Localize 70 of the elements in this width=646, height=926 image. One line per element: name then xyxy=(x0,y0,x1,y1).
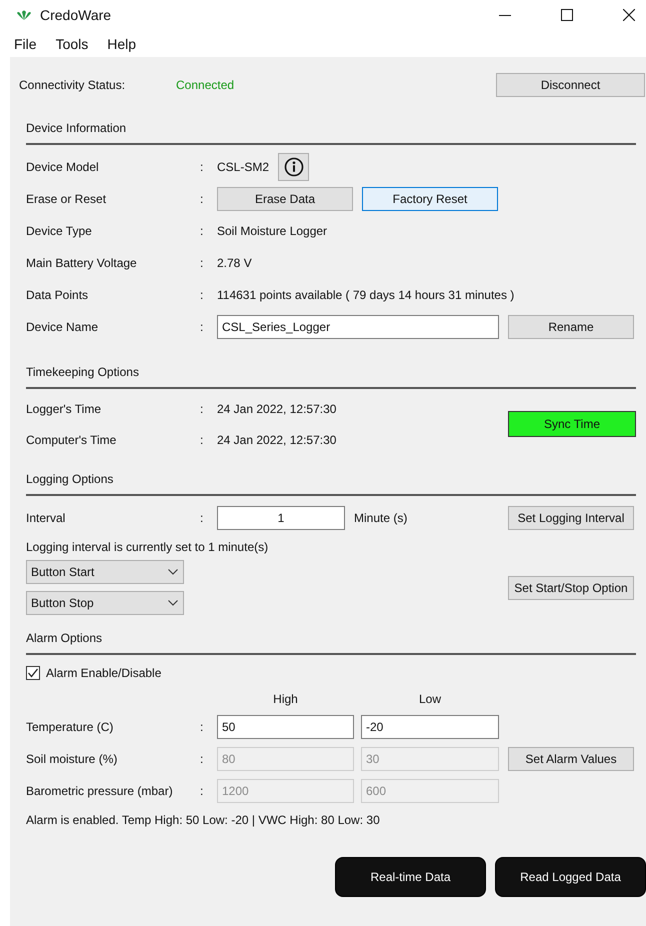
section-title: Timekeeping Options xyxy=(26,365,139,379)
section-title: Alarm Options xyxy=(26,631,102,645)
separator: : xyxy=(200,402,204,416)
high-field[interactable]: 50 xyxy=(217,715,354,739)
window-title: CredoWare xyxy=(40,7,112,23)
unit-label: Minute (s) xyxy=(354,511,408,525)
interval-status: Logging interval is currently set to 1 minute(s) xyxy=(26,539,270,556)
footer-button[interactable]: Read Logged Data xyxy=(495,857,646,897)
alarm-checkbox[interactable] xyxy=(26,666,40,680)
field-label: Temperature (C) xyxy=(26,720,114,734)
checkbox-label: Alarm Enable/Disable xyxy=(46,666,162,680)
field-label: Logger's Time xyxy=(26,402,102,416)
field-label: Erase or Reset xyxy=(26,192,108,206)
separator: : xyxy=(200,432,204,446)
field-label: Barometric pressure (mbar) xyxy=(26,784,174,798)
info-icon xyxy=(284,157,304,177)
field-label: Soil moisture (%) xyxy=(26,752,118,766)
info-button[interactable] xyxy=(278,153,310,181)
set-start-stop-button[interactable]: Set Start/Stop Option xyxy=(508,576,634,600)
field-label: Device Type xyxy=(26,224,93,238)
low-field[interactable]: -20 xyxy=(361,715,499,739)
sync-time-button[interactable]: Sync Time xyxy=(508,411,636,437)
footer-button[interactable]: Real-time Data xyxy=(335,857,486,897)
section-title: Logging Options xyxy=(26,472,114,486)
alarm-status: Alarm is enabled. Temp High: 50 Low: -20 | VWC High: 80 Low: 30 xyxy=(26,812,381,829)
field-value: 114631 points available ( 79 days 14 hours 31 minutes ) xyxy=(217,288,514,302)
field-value: Soil Moisture Logger xyxy=(217,224,328,238)
chevron-icon xyxy=(168,600,178,606)
connectivity-label: Connectivity Status: xyxy=(19,78,126,92)
separator: : xyxy=(200,288,204,302)
separator: : xyxy=(200,224,204,238)
close-icon[interactable] xyxy=(623,9,635,21)
column-header: High xyxy=(272,692,299,706)
erase-button[interactable]: Erase Data xyxy=(217,187,353,211)
field-label: Main Battery Voltage xyxy=(26,256,138,270)
set-alarm-button[interactable]: Set Alarm Values xyxy=(508,747,634,771)
device-name-field[interactable]: CSL_Series_Logger xyxy=(217,315,499,339)
maximize-icon[interactable] xyxy=(561,9,573,21)
stop-dropdown[interactable]: Button Stop xyxy=(26,591,184,615)
field-label: Data Points xyxy=(26,288,90,302)
field-label: Computer's Time xyxy=(26,432,118,446)
separator: : xyxy=(200,752,204,766)
menu-item[interactable]: Help xyxy=(107,36,136,52)
menu-item[interactable]: Tools xyxy=(56,36,88,52)
separator: : xyxy=(200,192,204,206)
field-value: 24 Jan 2022, 12:57:30 xyxy=(217,402,336,416)
disconnect-button[interactable]: Disconnect xyxy=(496,73,645,97)
separator: : xyxy=(200,784,204,798)
chevron-icon xyxy=(168,569,178,575)
interval-field[interactable]: 1 xyxy=(217,506,345,530)
field-label: Interval xyxy=(26,511,66,525)
rename-button[interactable]: Rename xyxy=(508,315,634,339)
separator: : xyxy=(200,320,204,334)
reset-button[interactable]: Factory Reset xyxy=(362,187,498,211)
field-label: Device Name xyxy=(26,320,100,334)
field-value: 2.78 V xyxy=(217,256,252,270)
section-title: Device Information xyxy=(26,121,126,135)
field-label: Device Model xyxy=(26,160,100,174)
field-value: CSL-SM2 xyxy=(217,160,270,174)
start-dropdown[interactable]: Button Start xyxy=(26,560,184,584)
separator: : xyxy=(200,720,204,734)
leaf-icon xyxy=(17,10,31,20)
set-interval-button[interactable]: Set Logging Interval xyxy=(508,506,634,530)
menu-item[interactable]: File xyxy=(14,36,37,52)
column-header: Low xyxy=(418,692,442,706)
separator: : xyxy=(200,511,204,525)
separator: : xyxy=(200,256,204,270)
separator: : xyxy=(200,160,204,174)
connection-status: Connected xyxy=(176,78,234,92)
field-value: 24 Jan 2022, 12:57:30 xyxy=(217,432,336,446)
